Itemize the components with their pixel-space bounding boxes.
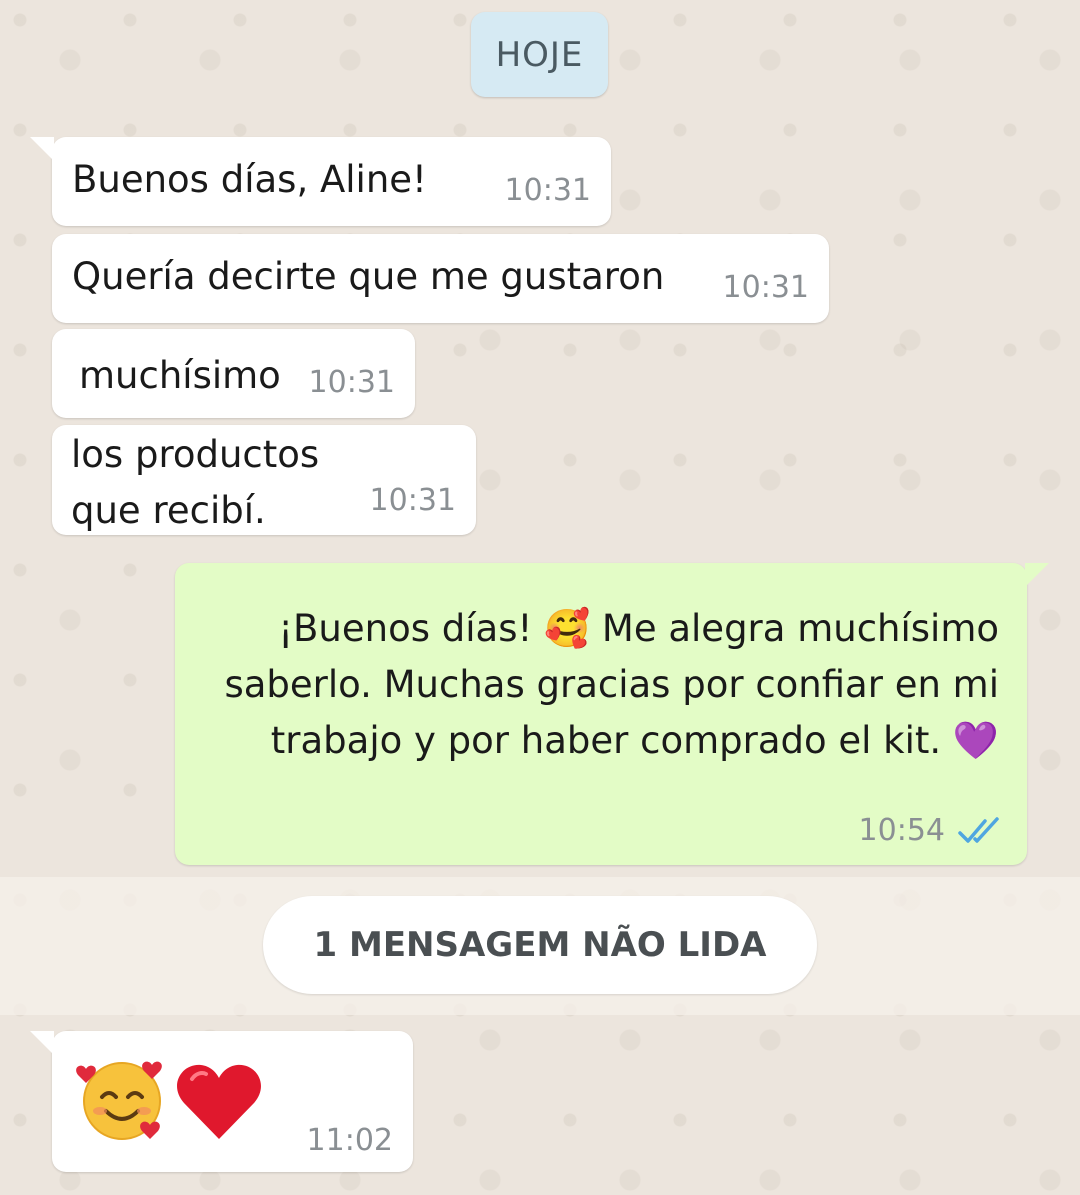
message-time: 10:31 [369, 483, 456, 518]
message-text-line: saberlo. Muchas gracias por confiar en m… [224, 663, 999, 706]
outgoing-message-text: ¡Buenos días! 🥰 Me alegra muchísimo sabe… [224, 601, 999, 769]
unread-messages-label: 1 MENSAGEM NÃO LIDA [313, 925, 767, 965]
message-time: 11:02 [306, 1123, 393, 1158]
incoming-message[interactable]: Buenos días, Aline! 10:31 [30, 137, 611, 226]
smiling-face-with-hearts-icon [76, 1061, 162, 1140]
message-time: 10:54 [858, 813, 945, 848]
message-text-line: los productos [71, 433, 320, 476]
message-text-line: ¡Buenos días! 🥰 Me alegra muchísimo [278, 607, 999, 650]
message-time: 10:31 [308, 365, 395, 400]
double-check-read-icon [958, 817, 999, 843]
red-heart-icon [177, 1064, 261, 1139]
incoming-message[interactable]: muchísimo 10:31 [52, 329, 415, 418]
message-text: Quería decirte que me gustaron [72, 255, 665, 298]
incoming-message[interactable]: los productos que recibí. 10:31 [52, 425, 476, 535]
message-text: Buenos días, Aline! [72, 158, 427, 201]
incoming-message[interactable]: 11:02 [30, 1031, 413, 1172]
message-time: 10:31 [722, 270, 809, 305]
incoming-message[interactable]: Quería decirte que me gustaron 10:31 [52, 234, 829, 323]
date-separator: HOJE [471, 12, 608, 97]
message-text: muchísimo [79, 354, 281, 397]
message-text-line: que recibí. [71, 489, 266, 532]
date-separator-label: HOJE [495, 34, 584, 75]
unread-messages-banner: 1 MENSAGEM NÃO LIDA [263, 896, 817, 994]
outgoing-message[interactable]: ¡Buenos días! 🥰 Me alegra muchísimo sabe… [175, 563, 1049, 865]
message-time: 10:31 [504, 173, 591, 208]
message-text-line: trabajo y por haber comprado el kit. 💜 [270, 719, 999, 762]
